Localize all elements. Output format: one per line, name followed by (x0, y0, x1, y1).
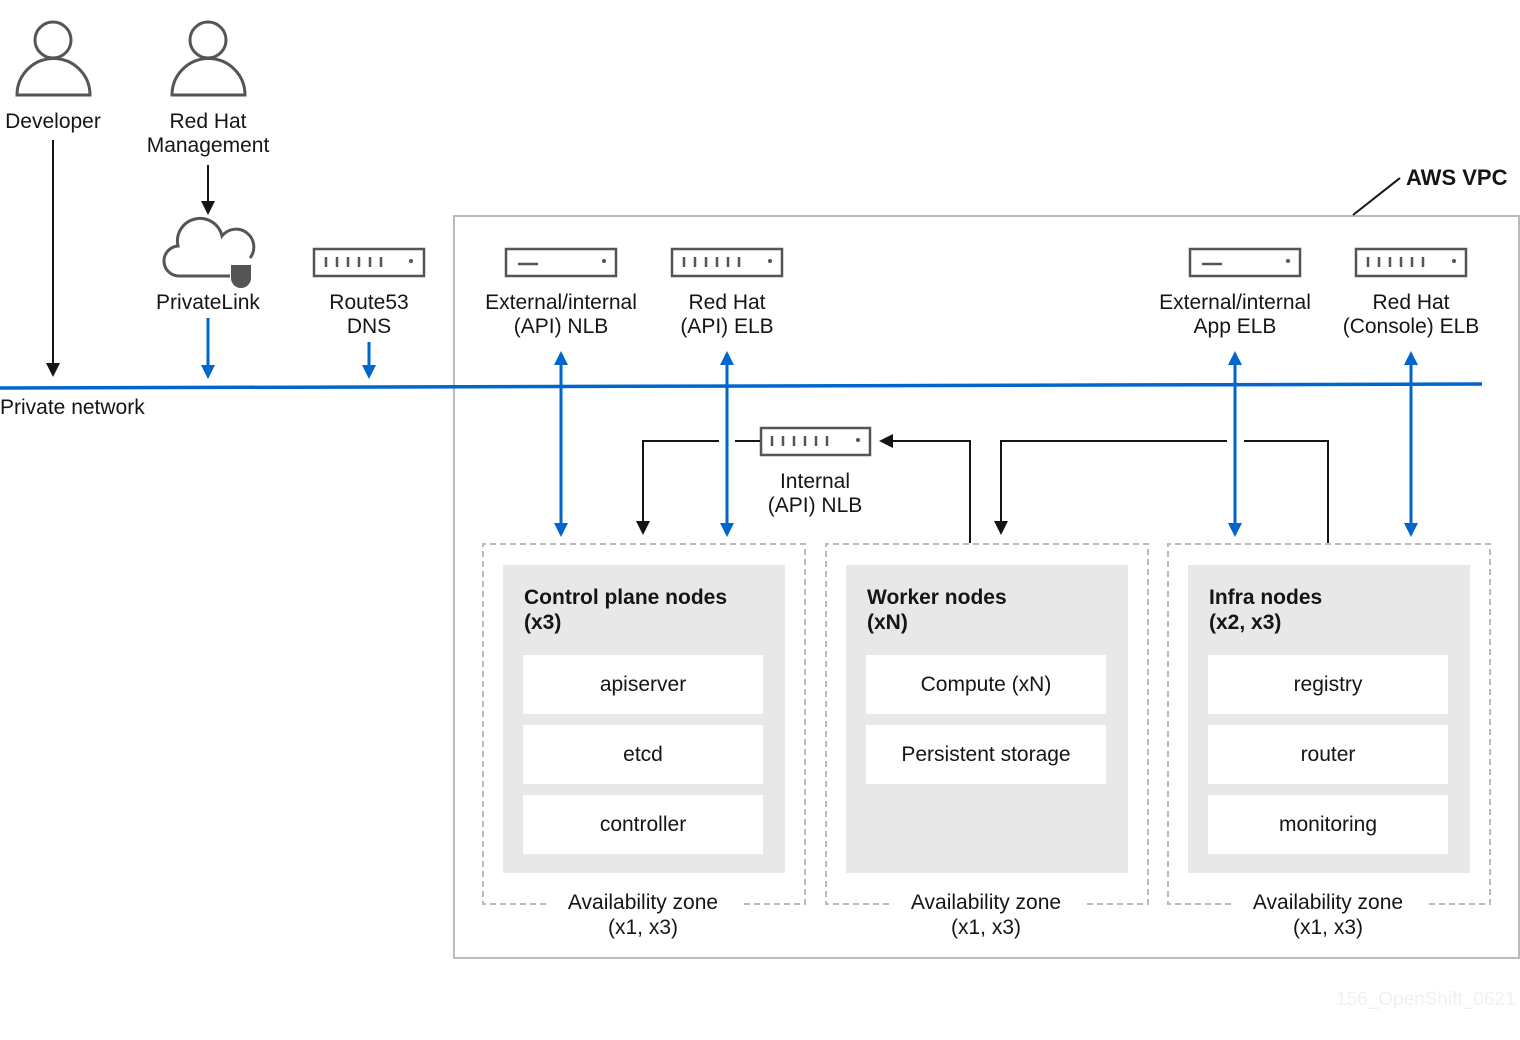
external-app-elb-icon (1188, 247, 1302, 278)
availability-zone-label: Availability zone (568, 891, 718, 914)
availability-zone-count: (x1, x3) (951, 916, 1021, 939)
privatelink-label: PrivateLink (156, 291, 260, 314)
redhat-api-elb-label-2: (API) ELB (680, 315, 773, 338)
component-label: Compute (xN) (921, 673, 1052, 696)
redhat-console-elb-label: Red Hat (1372, 291, 1449, 314)
availability-zone-count: (x1, x3) (608, 916, 678, 939)
developer-label: Developer (5, 110, 101, 133)
redhat-console-elb-label-2: (Console) ELB (1343, 315, 1480, 338)
private-network-line (0, 382, 1483, 390)
node-group-title: Infra nodes (1209, 586, 1322, 609)
route53-label-2: DNS (347, 315, 391, 338)
private-network-label: Private network (0, 396, 145, 419)
privatelink-cloud-icon (162, 216, 256, 288)
route53-label: Route53 (329, 291, 408, 314)
internal-connections (636, 434, 1329, 543)
redhat-management-user-icon (170, 20, 247, 97)
component-label: registry (1294, 673, 1363, 696)
redhat-console-elb-icon (1354, 247, 1468, 278)
worker-to-nlb-arrow (879, 434, 971, 543)
availability-zone-label: Availability zone (1253, 891, 1403, 914)
component-label: etcd (623, 743, 663, 766)
route53-device-icon (312, 247, 426, 278)
nlb-to-control-plane-arrow (636, 440, 719, 535)
internal-api-nlb-label: Internal (780, 470, 850, 493)
component-label: controller (600, 813, 686, 836)
external-api-nlb-icon (504, 247, 618, 278)
redhat-management-label-2: Management (147, 134, 270, 157)
redhat-api-elb-label: Red Hat (688, 291, 765, 314)
component-label: apiserver (600, 673, 686, 696)
infra-to-worker-arrow (994, 440, 1227, 535)
component-label: monitoring (1279, 813, 1377, 836)
availability-zone-count: (x1, x3) (1293, 916, 1363, 939)
availability-zone: Worker nodes(xN) Compute (xN) Persistent s… (825, 543, 1149, 939)
external-api-nlb-label-2: (API) NLB (514, 315, 609, 338)
internal-api-nlb-label-2: (API) NLB (768, 494, 863, 517)
external-api-nlb-label: External/internal (485, 291, 637, 314)
architecture-diagram: AWS VPC Developer Red Hat Management Pri… (0, 20, 1520, 1010)
node-group-title: (xN) (867, 611, 908, 634)
availability-zone: Infra nodes(x2, x3) registry router monitor… (1167, 543, 1491, 939)
vpc-label: AWS VPC (1406, 165, 1508, 190)
component-label: Persistent storage (901, 743, 1070, 766)
redhat-api-elb-icon (670, 247, 784, 278)
availability-zone: Control plane nodes(x3) apiserver etcd cont… (482, 543, 806, 939)
external-app-elb-label: External/internal (1159, 291, 1311, 314)
component-label: router (1301, 743, 1356, 766)
redhat-management-label: Red Hat (169, 110, 246, 133)
node-group-title: Worker nodes (867, 586, 1007, 609)
node-group-title: Control plane nodes (524, 586, 727, 609)
developer-user-icon (15, 20, 92, 97)
availability-zone-label: Availability zone (911, 891, 1061, 914)
internal-api-nlb-icon (759, 426, 872, 457)
external-app-elb-label-2: App ELB (1194, 315, 1277, 338)
vpc-callout-line (1352, 177, 1401, 216)
node-group-title: (x2, x3) (1209, 611, 1281, 634)
node-group-title: (x3) (524, 611, 561, 634)
watermark: 156_OpenShift_0621 (1336, 989, 1516, 1010)
infra-connector (1244, 440, 1329, 543)
